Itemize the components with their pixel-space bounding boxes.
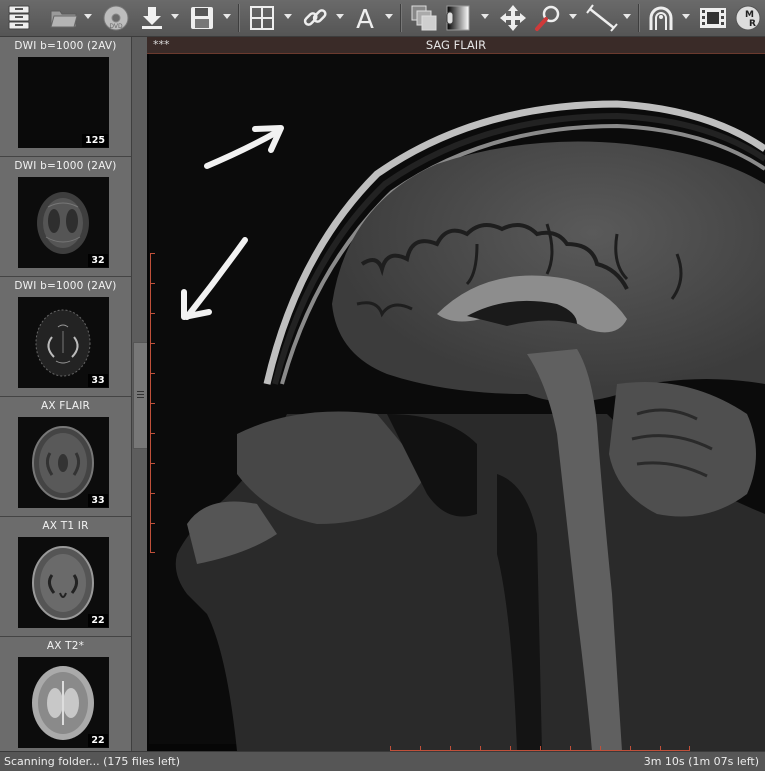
series-preview-image: 22 <box>18 657 109 748</box>
chevron-down-icon[interactable] <box>569 14 577 19</box>
series-thumbnail[interactable]: DWI b=1000 (2AV) 33 <box>0 277 131 397</box>
series-title: AX T2* <box>46 640 85 652</box>
image-count-badge: 22 <box>88 614 108 627</box>
database-icon[interactable] <box>3 3 35 33</box>
svg-text:DVD: DVD <box>109 23 123 30</box>
sync-link-icon[interactable] <box>299 3 331 33</box>
series-preview-image: 33 <box>18 417 109 508</box>
image-viewport[interactable]: *** SAG FLAIR <box>147 37 765 751</box>
chevron-down-icon[interactable] <box>284 14 292 19</box>
chevron-down-icon[interactable] <box>223 14 231 19</box>
chevron-down-icon[interactable] <box>481 14 489 19</box>
series-thumbnail[interactable]: DWI b=1000 (2AV) 32 <box>0 157 131 277</box>
series-thumbnail[interactable]: DWI b=1000 (2AV) 125 <box>0 37 131 157</box>
viewport-header: *** SAG FLAIR <box>147 37 765 54</box>
series-thumbnail-panel: DWI b=1000 (2AV) 125 DWI b=1000 (2AV) 32… <box>0 37 131 751</box>
series-thumbnail[interactable]: AX T2* 22 <box>0 637 131 751</box>
image-count-badge: 33 <box>88 374 108 387</box>
panel-splitter[interactable] <box>131 37 149 751</box>
series-preview-image: 33 <box>18 297 109 388</box>
movie-export-icon[interactable] <box>697 3 729 33</box>
series-title: DWI b=1000 (2AV) <box>14 160 117 172</box>
svg-text:R: R <box>749 19 756 29</box>
main-toolbar: DVD A MR <box>0 0 765 37</box>
measure-icon[interactable] <box>584 3 620 33</box>
3d-render-icon[interactable] <box>645 3 677 33</box>
toolbar-separator <box>638 4 640 32</box>
series-preview-image: 22 <box>18 537 109 628</box>
import-icon[interactable] <box>138 3 166 33</box>
chevron-down-icon[interactable] <box>623 14 631 19</box>
mpr-icon[interactable]: MR <box>733 3 763 33</box>
series-title: AX T1 IR <box>42 520 89 532</box>
viewport-title: SAG FLAIR <box>425 38 487 52</box>
svg-text:A: A <box>356 5 374 32</box>
image-count-badge: 22 <box>88 734 108 747</box>
image-count-badge: 125 <box>82 134 108 147</box>
chevron-down-icon[interactable] <box>171 14 179 19</box>
series-title: DWI b=1000 (2AV) <box>14 280 117 292</box>
chevron-down-icon[interactable] <box>336 14 344 19</box>
chevron-down-icon[interactable] <box>385 14 393 19</box>
pan-icon[interactable] <box>497 3 529 33</box>
layout-icon[interactable] <box>246 3 278 33</box>
series-title: AX FLAIR <box>40 400 91 412</box>
toolbar-separator <box>400 4 402 32</box>
open-folder-icon[interactable] <box>46 3 82 33</box>
scan-status-text: Scanning folder... (175 files left) <box>4 755 180 768</box>
chevron-down-icon[interactable] <box>682 14 690 19</box>
save-icon[interactable] <box>186 3 218 33</box>
series-thumbnail[interactable]: AX T1 IR 22 <box>0 517 131 637</box>
window-level-icon[interactable] <box>443 3 473 33</box>
series-thumbnail[interactable]: AX FLAIR 33 <box>0 397 131 517</box>
cd-dvd-icon[interactable]: DVD <box>100 3 132 33</box>
vertical-scale-ruler <box>150 253 155 553</box>
chevron-down-icon[interactable] <box>84 14 92 19</box>
series-preview-image: 32 <box>18 177 109 268</box>
sagittal-mri-image <box>147 54 765 751</box>
image-count-badge: 32 <box>88 254 108 267</box>
status-bar: Scanning folder... (175 files left) 3m 1… <box>0 751 765 771</box>
series-preview-image: 125 <box>18 57 109 148</box>
scan-time-remaining: 3m 10s (1m 07s left) <box>643 755 759 768</box>
image-count-badge: 33 <box>88 494 108 507</box>
zoom-icon[interactable] <box>532 3 564 33</box>
series-title: DWI b=1000 (2AV) <box>14 40 117 52</box>
toolbar-separator <box>238 4 240 32</box>
text-annotation-icon[interactable]: A <box>350 3 380 33</box>
stack-icon[interactable] <box>408 3 440 33</box>
